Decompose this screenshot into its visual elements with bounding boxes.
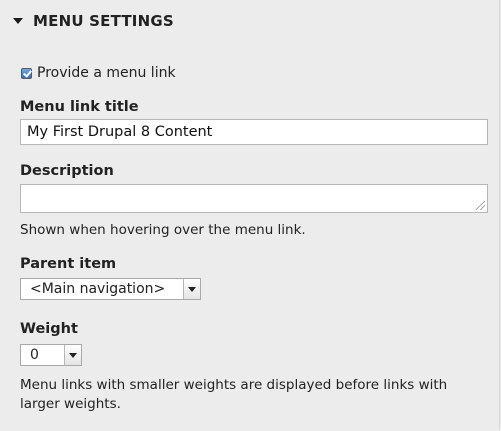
parent-item-select[interactable]: <Main navigation> <box>20 278 201 300</box>
description-help-text: Shown when hovering over the menu link. <box>20 222 306 238</box>
weight-label: Weight <box>20 321 78 337</box>
weight-selected-value: 0 <box>30 347 39 363</box>
menu-settings-toggle[interactable]: MENU SETTINGS <box>13 10 174 32</box>
description-textarea[interactable] <box>20 184 488 213</box>
provide-menu-link-checkbox[interactable] <box>21 67 32 79</box>
chevron-down-icon <box>183 279 200 299</box>
resize-handle-icon[interactable] <box>476 201 485 210</box>
section-title: MENU SETTINGS <box>33 12 174 30</box>
menu-link-title-input[interactable]: My First Drupal 8 Content <box>20 119 488 145</box>
weight-select[interactable]: 0 <box>20 344 82 366</box>
parent-item-selected-value: <Main navigation> <box>30 281 166 297</box>
menu-settings-panel: MENU SETTINGS Provide a menu link Menu l… <box>0 0 500 429</box>
chevron-down-icon <box>64 345 81 365</box>
collapse-triangle-icon <box>13 18 23 24</box>
provide-menu-link-label[interactable]: Provide a menu link <box>37 65 176 81</box>
weight-help-text: Menu links with smaller weights are disp… <box>20 377 448 412</box>
description-label: Description <box>20 163 114 179</box>
provide-menu-link-row[interactable]: Provide a menu link <box>21 64 176 82</box>
menu-link-title-label: Menu link title <box>20 99 139 115</box>
parent-item-label: Parent item <box>20 256 117 272</box>
